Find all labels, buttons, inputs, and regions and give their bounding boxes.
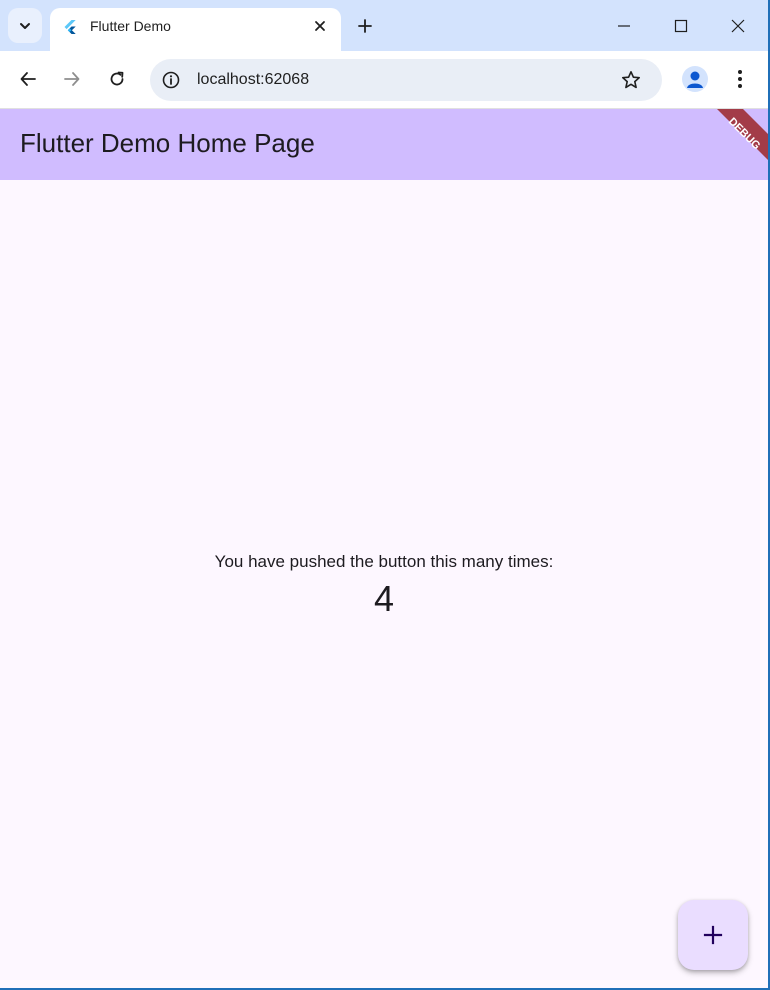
reload-icon <box>110 71 124 86</box>
plus-icon <box>358 19 372 33</box>
maximize-button[interactable] <box>667 12 695 40</box>
app-body: You have pushed the button this many tim… <box>0 180 768 988</box>
close-icon <box>315 21 325 31</box>
minimize-button[interactable] <box>610 12 638 40</box>
app-bar: Flutter Demo Home Page <box>0 109 768 180</box>
profile-avatar[interactable] <box>682 66 708 92</box>
forward-button[interactable] <box>58 65 86 93</box>
browser-toolbar: localhost:62068 <box>0 51 768 109</box>
page-title: Flutter Demo Home Page <box>20 128 315 158</box>
tab-title: Flutter Demo <box>90 18 171 34</box>
counter-value: 4 <box>373 578 395 619</box>
browser-tab[interactable]: Flutter Demo <box>50 8 341 51</box>
site-info-button[interactable] <box>161 70 181 90</box>
tab-close-button[interactable] <box>312 18 328 34</box>
info-icon <box>162 71 180 89</box>
tab-search-button[interactable] <box>8 8 42 43</box>
minimize-icon <box>618 25 630 27</box>
close-icon <box>731 19 745 33</box>
browser-window: Flutter Demo localhost:62068 Flutter Dem… <box>0 0 768 988</box>
tab-strip: Flutter Demo <box>0 0 768 51</box>
maximize-icon <box>674 19 688 33</box>
arrow-left-icon <box>20 72 36 86</box>
address-url[interactable]: localhost:62068 <box>197 71 309 89</box>
reload-button[interactable] <box>103 65 131 93</box>
star-icon <box>622 71 640 89</box>
more-vert-icon <box>738 70 742 88</box>
bookmark-button[interactable] <box>620 69 642 91</box>
chevron-down-icon <box>20 22 30 29</box>
arrow-right-icon <box>64 72 80 86</box>
counter-label: You have pushed the button this many tim… <box>214 552 554 571</box>
plus-icon <box>703 925 723 945</box>
browser-menu-button[interactable] <box>726 65 754 93</box>
new-tab-button[interactable] <box>353 14 377 38</box>
person-icon <box>687 71 703 88</box>
address-bar[interactable]: localhost:62068 <box>150 59 662 101</box>
back-button[interactable] <box>14 65 42 93</box>
close-window-button[interactable] <box>724 12 752 40</box>
flutter-logo-icon <box>64 20 76 34</box>
increment-button[interactable] <box>678 900 748 970</box>
